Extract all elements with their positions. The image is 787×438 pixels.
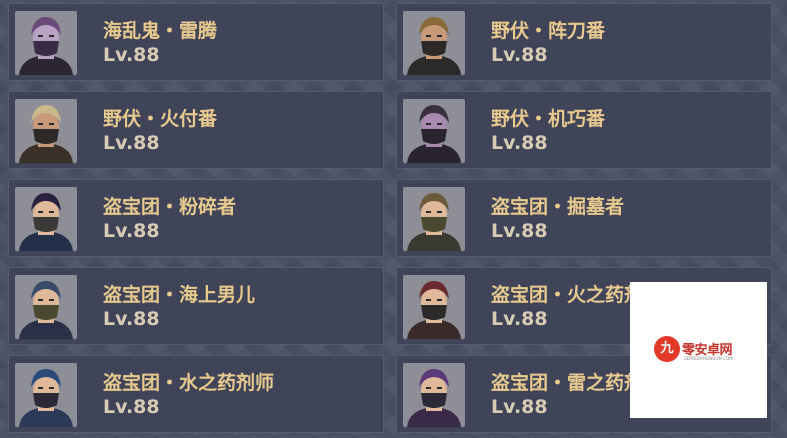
enemy-portrait-icon (403, 363, 465, 427)
enemy-level: Lv.88 (491, 44, 548, 66)
enemy-level: Lv.88 (103, 396, 160, 418)
enemy-card[interactable]: 盗宝团・海上男儿 Lv.88 (8, 267, 384, 345)
watermark-logo-icon: 九 (654, 336, 680, 362)
enemy-name: 海乱鬼・雷腾 (103, 20, 218, 42)
enemy-level: Lv.88 (103, 220, 160, 242)
enemy-level: Lv.88 (103, 132, 160, 154)
enemy-level: Lv.88 (491, 132, 548, 154)
enemy-portrait-icon (403, 275, 465, 339)
enemy-card[interactable]: 海乱鬼・雷腾 Lv.88 (8, 3, 384, 81)
watermark: 九 零安卓网 ZERODAYHONGOM.COM (630, 282, 767, 418)
enemy-level: Lv.88 (103, 44, 160, 66)
enemy-portrait-icon (15, 11, 77, 75)
enemy-portrait-icon (15, 275, 77, 339)
enemy-portrait-icon (15, 99, 77, 163)
enemy-portrait-icon (403, 187, 465, 251)
enemy-level: Lv.88 (491, 308, 548, 330)
enemy-card[interactable]: 野伏・火付番 Lv.88 (8, 91, 384, 169)
enemy-card[interactable]: 盗宝团・粉碎者 Lv.88 (8, 179, 384, 257)
enemy-name: 盗宝团・水之药剂师 (103, 372, 275, 394)
watermark-subtext: ZERODAYHONGOM.COM (684, 356, 733, 361)
enemy-card[interactable]: 盗宝团・水之药剂师 Lv.88 (8, 355, 384, 433)
enemy-card[interactable]: 盗宝团・掘墓者 Lv.88 (396, 179, 772, 257)
enemy-portrait-icon (403, 99, 465, 163)
enemy-portrait-icon (15, 187, 77, 251)
enemy-card[interactable]: 野伏・阵刀番 Lv.88 (396, 3, 772, 81)
enemy-card[interactable]: 野伏・机巧番 Lv.88 (396, 91, 772, 169)
enemy-name: 野伏・阵刀番 (491, 20, 606, 42)
enemy-name: 野伏・机巧番 (491, 108, 606, 130)
enemy-name: 盗宝团・掘墓者 (491, 196, 625, 218)
enemy-portrait-icon (403, 11, 465, 75)
enemy-name: 野伏・火付番 (103, 108, 218, 130)
enemy-level: Lv.88 (491, 220, 548, 242)
enemy-name: 盗宝团・海上男儿 (103, 284, 256, 306)
enemy-level: Lv.88 (491, 396, 548, 418)
enemy-name: 盗宝团・粉碎者 (103, 196, 237, 218)
enemy-level: Lv.88 (103, 308, 160, 330)
enemy-portrait-icon (15, 363, 77, 427)
